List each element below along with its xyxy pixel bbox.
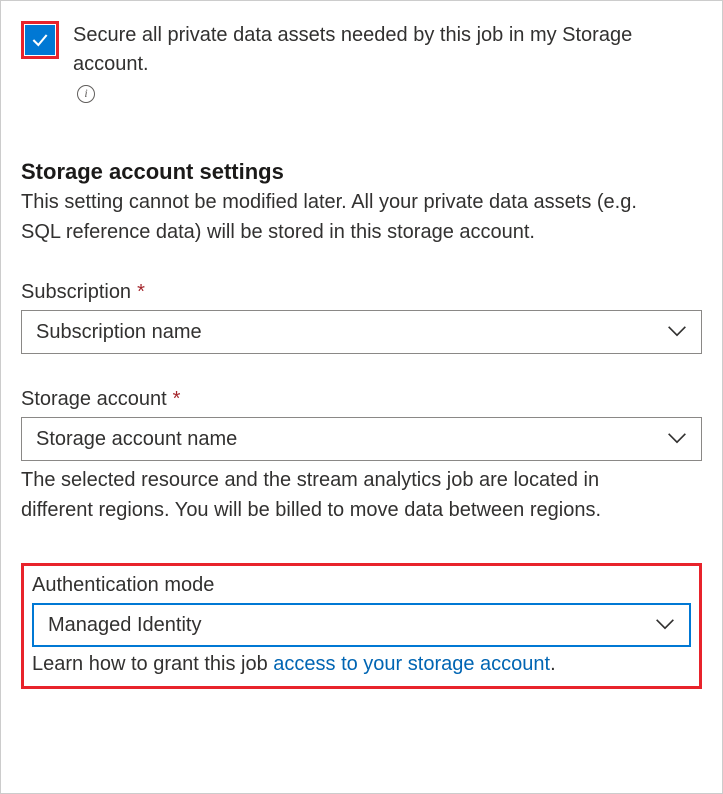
auth-mode-field: Authentication mode Managed Identity Lea… [32, 574, 691, 676]
auth-learn-prefix: Learn how to grant this job [32, 653, 273, 675]
auth-mode-select[interactable]: Managed Identity [32, 603, 691, 647]
secure-assets-label-wrap: Secure all private data assets needed by… [73, 21, 702, 103]
storage-account-select[interactable]: Storage account name [21, 417, 702, 461]
auth-mode-value: Managed Identity [48, 614, 201, 637]
checkbox-highlight [21, 21, 59, 59]
storage-account-value: Storage account name [36, 428, 237, 451]
subscription-value: Subscription name [36, 321, 202, 344]
checkmark-icon [30, 30, 50, 50]
storage-settings-description: This setting cannot be modified later. A… [21, 187, 661, 247]
subscription-label: Subscription [21, 281, 131, 304]
storage-account-field: Storage account * Storage account name T… [21, 388, 702, 525]
chevron-down-icon [655, 614, 675, 637]
required-indicator: * [173, 388, 181, 411]
storage-account-label: Storage account [21, 388, 167, 411]
storage-account-label-row: Storage account * [21, 388, 702, 411]
storage-account-helper: The selected resource and the stream ana… [21, 465, 661, 525]
auth-mode-label: Authentication mode [32, 574, 214, 597]
auth-mode-label-row: Authentication mode [32, 574, 691, 597]
secure-assets-label: Secure all private data assets needed by… [73, 21, 702, 79]
secure-assets-row: Secure all private data assets needed by… [21, 21, 702, 103]
auth-learn-suffix: . [550, 653, 556, 675]
info-icon[interactable]: i [77, 85, 95, 103]
subscription-select[interactable]: Subscription name [21, 310, 702, 354]
required-indicator: * [137, 281, 145, 304]
chevron-down-icon [667, 321, 687, 344]
secure-assets-checkbox[interactable] [25, 25, 55, 55]
chevron-down-icon [667, 428, 687, 451]
storage-settings-panel: Secure all private data assets needed by… [0, 0, 723, 794]
subscription-label-row: Subscription * [21, 281, 702, 304]
subscription-field: Subscription * Subscription name [21, 281, 702, 354]
storage-settings-title: Storage account settings [21, 159, 702, 185]
storage-access-link[interactable]: access to your storage account [273, 653, 550, 675]
auth-learn-text: Learn how to grant this job access to yo… [32, 653, 691, 676]
authentication-block-highlight: Authentication mode Managed Identity Lea… [21, 563, 702, 689]
